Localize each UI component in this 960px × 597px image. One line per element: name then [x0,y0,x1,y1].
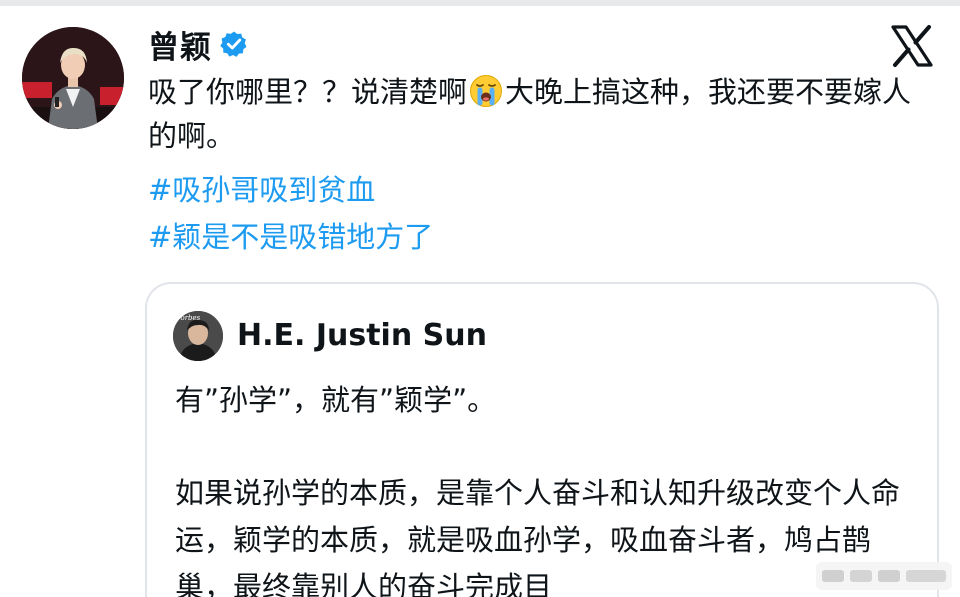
quoted-text-paragraph: 如果说孙学的本质，是靠个人奋斗和认知升级改变个人命运，颖学的本质，就是吸血孙学，… [175,476,901,597]
author-name[interactable]: 曾颖 [148,22,212,67]
quoted-author-avatar[interactable]: Forbes [173,311,223,361]
watermark-blur [816,560,952,592]
forbes-badge: Forbes [175,314,201,322]
tweet-text-part-1: 吸了你哪里？？说清楚啊 [148,75,468,109]
hashtag-link[interactable]: #颖是不是吸错地方了 [148,215,433,259]
author-row: 曾颖 [148,22,248,66]
avatar-photo [22,27,124,129]
loudly-crying-face-icon [469,74,503,108]
tweet-text: 吸了你哪里？？说清楚啊 大晚上搞这种，我还要不要嫁人的啊。 [148,70,938,158]
hashtag-link[interactable]: #吸孙哥吸到贫血 [148,168,375,212]
quoted-text-line1: 有”孙学”，就有”颖学”。 [175,383,497,417]
quoted-author-name[interactable]: H.E. Justin Sun [237,314,487,358]
screenshot-page: 曾颖 吸了你哪里？？说清楚啊 大晚上搞这种，我还要不要嫁人的啊。 #吸孙哥吸到贫血… [0,0,960,597]
verified-badge-icon [220,30,248,58]
x-logo-icon[interactable] [890,24,934,68]
quoted-tweet-card[interactable]: Forbes H.E. Justin Sun 有”孙学”，就有”颖学”。 如果说… [145,282,939,597]
author-avatar[interactable] [22,27,124,129]
top-divider [0,0,960,6]
